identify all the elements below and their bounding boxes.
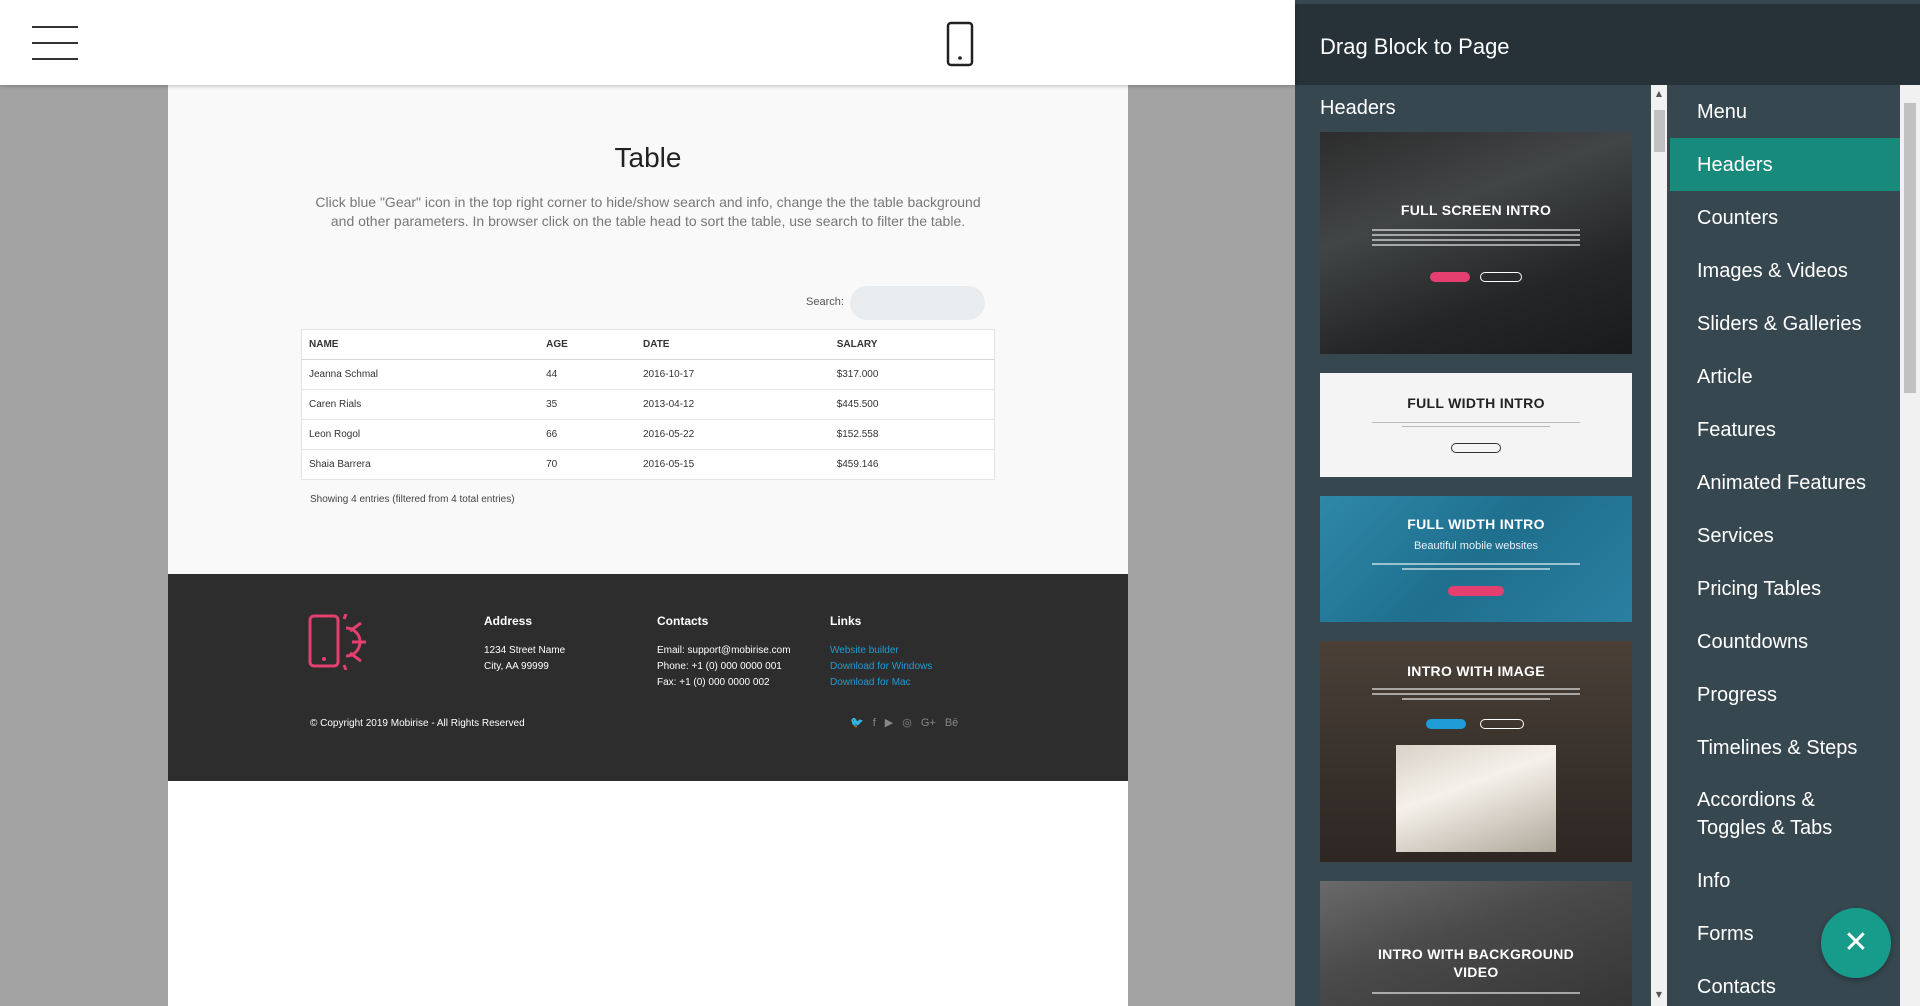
column-header-salary[interactable]: SALARY <box>829 329 995 360</box>
scroll-down-icon[interactable]: ▼ <box>1654 990 1664 999</box>
address-line-1: 1234 Street Name <box>484 645 566 656</box>
block-thumbnails: Headers FULL SCREEN INTRO FULL WIDTH INT… <box>1295 85 1651 1006</box>
table-row: Caren Rials 35 2013-04-12 $445.500 <box>301 389 995 420</box>
category-article[interactable]: Article <box>1670 350 1900 403</box>
blocks-panel: Drag Block to Page Headers FULL SCREEN I… <box>1295 0 1920 1006</box>
category-timelines-steps[interactable]: Timelines & Steps <box>1670 721 1900 774</box>
thumbnail-subtitle: Beautiful mobile websites <box>1413 540 1539 552</box>
table-title: Table <box>614 142 682 173</box>
hamburger-icon[interactable] <box>32 26 78 60</box>
instagram-icon[interactable]: ◎ <box>902 716 912 729</box>
data-table: NAME AGE DATE SALARY Jeanna Schmal 44 20… <box>301 329 995 480</box>
footer-section[interactable]: Address 1234 Street Name City, AA 99999 … <box>168 574 1128 781</box>
column-header-age[interactable]: AGE <box>539 329 636 360</box>
category-accordions-toggles-tabs[interactable]: Accordions & Toggles & Tabs <box>1670 774 1900 854</box>
link-download-windows[interactable]: Download for Windows <box>830 659 932 675</box>
block-thumbnail-intro-with-image[interactable]: INTRO WITH IMAGE <box>1320 641 1632 862</box>
cell-date: 2016-05-15 <box>636 449 830 480</box>
page-canvas: Table Click blue "Gear" icon in the top … <box>168 85 1128 1006</box>
category-list: Menu Headers Counters Images & Videos Sl… <box>1670 85 1900 1006</box>
block-thumbnail-full-screen-intro[interactable]: FULL SCREEN INTRO <box>1320 132 1632 354</box>
address-line-2: City, AA 99999 <box>484 661 549 672</box>
table-head-row: NAME AGE DATE SALARY <box>301 329 995 360</box>
category-images-videos[interactable]: Images & Videos <box>1670 244 1900 297</box>
category-services[interactable]: Services <box>1670 509 1900 562</box>
scroll-up-icon[interactable]: ▲ <box>1654 89 1664 98</box>
block-thumbnail-full-width-intro[interactable]: FULL WIDTH INTRO <box>1320 373 1632 477</box>
panel-title: Drag Block to Page <box>1320 34 1510 59</box>
contacts-heading: Contacts <box>657 614 709 628</box>
thumbnail-title: FULL WIDTH INTRO <box>1407 395 1545 411</box>
search-input[interactable] <box>850 286 985 320</box>
footer-links: Links Website builder Download for Windo… <box>830 614 932 691</box>
youtube-icon[interactable]: ▶ <box>885 716 893 729</box>
copyright: © Copyright 2019 Mobirise - All Rights R… <box>310 718 525 729</box>
category-animated-features[interactable]: Animated Features <box>1670 456 1900 509</box>
category-countdowns[interactable]: Countdowns <box>1670 615 1900 668</box>
thumbnail-title: INTRO WITH IMAGE <box>1407 663 1545 679</box>
thumbnail-title: FULL SCREEN INTRO <box>1400 202 1552 218</box>
google-plus-icon[interactable]: G+ <box>921 717 936 729</box>
column-header-date[interactable]: DATE <box>636 329 830 360</box>
social-icons: 🐦 f ▶ ◎ G+ Bē <box>850 716 958 730</box>
thumbnail-title: FULL WIDTH INTRO <box>1407 516 1545 532</box>
address-heading: Address <box>484 614 533 628</box>
thumbnails-scrollbar[interactable] <box>1651 85 1667 1006</box>
panel-header: Drag Block to Page <box>1295 4 1920 85</box>
thumbnails-scroll-thumb[interactable] <box>1654 110 1665 152</box>
block-thumbnail-intro-with-background-video[interactable]: INTRO WITH BACKGROUND VIDEO <box>1320 881 1632 1006</box>
link-download-mac[interactable]: Download for Mac <box>830 675 932 691</box>
twitter-icon[interactable]: 🐦 <box>850 716 864 729</box>
categories-scroll-thumb[interactable] <box>1904 103 1916 393</box>
contact-email: Email: support@mobirise.com <box>657 645 791 656</box>
top-toolbar <box>0 0 1295 85</box>
category-info[interactable]: Info <box>1670 854 1900 907</box>
block-thumbnail-full-width-intro-blue[interactable]: FULL WIDTH INTRO Beautiful mobile websit… <box>1320 496 1632 622</box>
cell-name: Jeanna Schmal <box>301 359 540 390</box>
cell-salary: $445.500 <box>829 389 995 420</box>
thumbnails-heading: Headers <box>1320 97 1396 119</box>
category-headers[interactable]: Headers <box>1670 138 1900 191</box>
table-info: Showing 4 entries (filtered from 4 total… <box>310 494 515 505</box>
table-row: Shaia Barrera 70 2016-05-15 $459.146 <box>301 449 995 480</box>
behance-icon[interactable]: Bē <box>945 717 958 729</box>
table-description: Click blue "Gear" icon in the top right … <box>315 194 981 229</box>
cell-age: 66 <box>539 419 636 450</box>
cell-age: 35 <box>539 389 636 420</box>
link-website-builder[interactable]: Website builder <box>830 643 932 659</box>
cell-name: Caren Rials <box>301 389 540 420</box>
footer-address: Address 1234 Street Name City, AA 99999 <box>484 614 565 675</box>
cell-age: 70 <box>539 449 636 480</box>
facebook-icon[interactable]: f <box>873 717 876 729</box>
cell-date: 2016-10-17 <box>636 359 830 390</box>
cell-name: Shaia Barrera <box>301 449 540 480</box>
thumbnail-title: INTRO WITH BACKGROUND VIDEO <box>1377 946 1575 980</box>
cell-name: Leon Rogol <box>301 419 540 450</box>
phone-logo-icon <box>308 614 366 670</box>
category-progress[interactable]: Progress <box>1670 668 1900 721</box>
category-pricing-tables[interactable]: Pricing Tables <box>1670 562 1900 615</box>
search-label: Search: <box>806 296 844 308</box>
table-row: Leon Rogol 66 2016-05-22 $152.558 <box>301 419 995 450</box>
cell-date: 2013-04-12 <box>636 389 830 420</box>
category-menu[interactable]: Menu <box>1670 85 1900 138</box>
cell-salary: $459.146 <box>829 449 995 480</box>
category-counters[interactable]: Counters <box>1670 191 1900 244</box>
mobile-phone-icon[interactable] <box>946 21 974 67</box>
category-features[interactable]: Features <box>1670 403 1900 456</box>
cell-age: 44 <box>539 359 636 390</box>
contact-fax: Fax: +1 (0) 000 0000 002 <box>657 677 770 688</box>
footer-contacts: Contacts Email: support@mobirise.com Pho… <box>657 614 791 691</box>
category-sliders-galleries[interactable]: Sliders & Galleries <box>1670 297 1900 350</box>
cell-salary: $152.558 <box>829 419 995 450</box>
table-row: Jeanna Schmal 44 2016-10-17 $317.000 <box>301 359 995 390</box>
links-heading: Links <box>830 614 862 628</box>
column-header-name[interactable]: NAME <box>301 329 540 360</box>
table-section[interactable]: Table Click blue "Gear" icon in the top … <box>168 85 1128 574</box>
cell-salary: $317.000 <box>829 359 995 390</box>
close-icon[interactable]: ✕ <box>1821 908 1891 978</box>
contact-phone: Phone: +1 (0) 000 0000 001 <box>657 661 782 672</box>
cell-date: 2016-05-22 <box>636 419 830 450</box>
